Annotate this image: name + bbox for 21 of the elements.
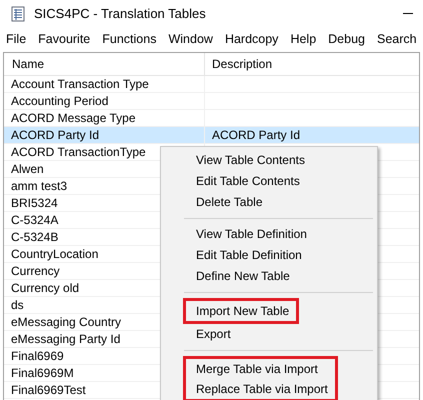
table-cell: Currency xyxy=(11,264,60,278)
window-title: SICS4PC - Translation Tables xyxy=(34,5,206,24)
table-cell: ACORD TransactionType xyxy=(11,145,146,159)
table-cell: CountryLocation xyxy=(11,247,98,261)
table-cell: Account Transaction Type xyxy=(11,77,149,91)
table-cell: ACORD Message Type xyxy=(11,111,136,125)
table-cell: Final6969Test xyxy=(11,383,86,397)
table-cell: C-5324A xyxy=(11,213,58,227)
table-cell: ACORD Party Id xyxy=(212,128,300,142)
table-cell: C-5324B xyxy=(11,230,58,244)
table-cell: amm test3 xyxy=(11,179,68,193)
table-cell: ds xyxy=(11,298,24,312)
table-cell: Currency old xyxy=(11,281,80,295)
table-cell: eMessaging Party Id xyxy=(11,332,120,346)
table-cell: Final6969M xyxy=(11,366,74,380)
table-cell: Accounting Period xyxy=(11,94,108,108)
table-cell: Final6969 xyxy=(11,349,64,363)
table-cell: BRI5324 xyxy=(11,196,58,210)
table-cell: Alwen xyxy=(11,162,44,176)
table-cell: ACORD Party Id xyxy=(11,128,100,142)
table-cell: eMessaging Country xyxy=(11,315,122,329)
